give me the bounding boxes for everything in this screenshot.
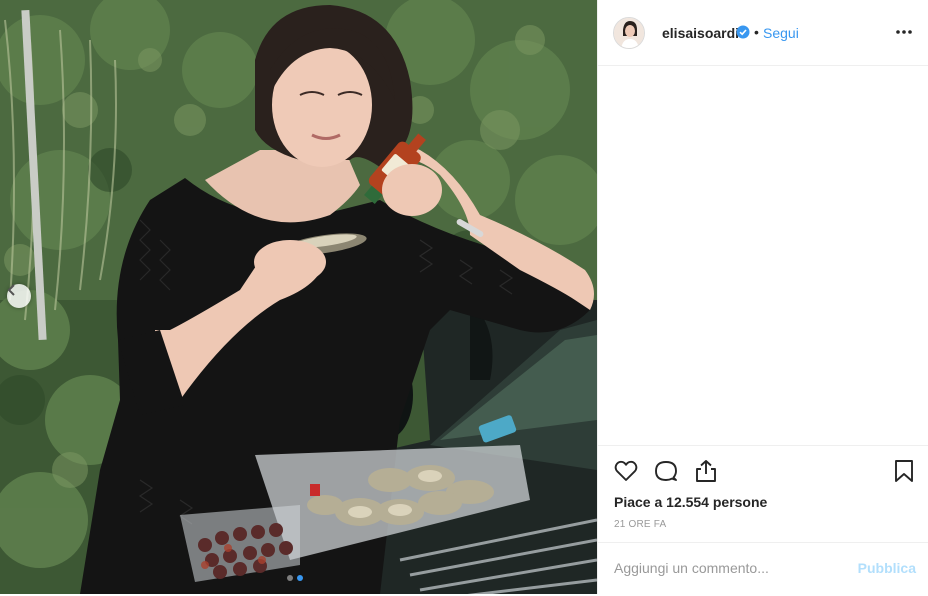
separator-dot: • bbox=[754, 24, 759, 40]
more-options-icon[interactable] bbox=[895, 21, 913, 46]
post-actions: Piace a 12.554 persone 21 ORE FA Pubblic… bbox=[598, 445, 928, 595]
photo-illustration bbox=[0, 0, 597, 594]
carousel-indicator bbox=[287, 575, 303, 581]
username[interactable]: elisaisoardi bbox=[662, 25, 739, 41]
chevron-left-icon bbox=[7, 284, 15, 296]
post-timestamp[interactable]: 21 ORE FA bbox=[614, 519, 666, 530]
avatar[interactable] bbox=[613, 17, 645, 49]
avatar-image bbox=[614, 18, 644, 48]
likes-count[interactable]: Piace a 12.554 persone bbox=[614, 494, 767, 510]
carousel-dot bbox=[287, 575, 293, 581]
comment-input[interactable] bbox=[614, 557, 844, 579]
carousel-prev-button[interactable] bbox=[7, 284, 31, 308]
post-photo[interactable] bbox=[0, 0, 597, 594]
share-icon[interactable] bbox=[693, 458, 719, 489]
verified-badge-icon bbox=[736, 25, 750, 44]
comment-icon[interactable] bbox=[653, 458, 679, 489]
bookmark-icon[interactable] bbox=[893, 458, 915, 489]
post-header: elisaisoardi • Segui bbox=[598, 0, 928, 66]
follow-button[interactable]: Segui bbox=[763, 25, 799, 41]
comment-form: Pubblica bbox=[598, 542, 928, 596]
carousel-dot-active bbox=[297, 575, 303, 581]
heart-icon[interactable] bbox=[613, 458, 639, 489]
publish-button[interactable]: Pubblica bbox=[858, 560, 916, 576]
post-sidebar: elisaisoardi • Segui Piace a 12.554 pers… bbox=[597, 0, 928, 594]
